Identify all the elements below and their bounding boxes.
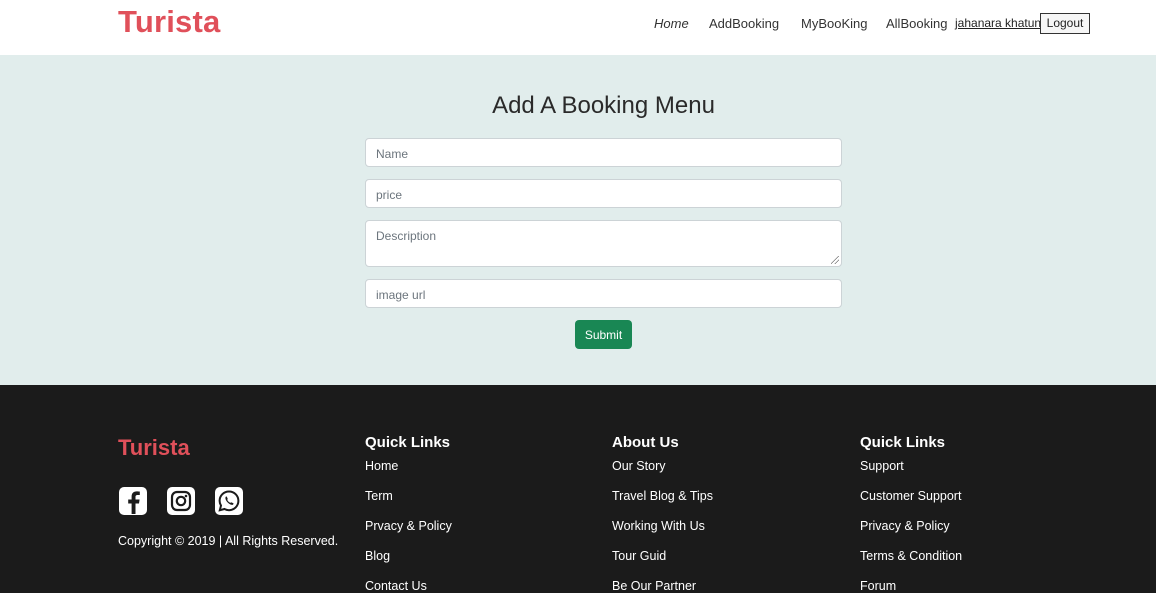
footer-brand: Turista	[118, 435, 190, 460]
footer-link-working-with-us[interactable]: Working With Us	[612, 519, 705, 533]
price-input[interactable]: price	[365, 179, 842, 208]
footer-link-tour-guid[interactable]: Tour Guid	[612, 549, 666, 563]
footer-link-our-story[interactable]: Our Story	[612, 459, 666, 473]
copyright-text: Copyright © 2019 | All Rights Reserved.	[118, 534, 339, 548]
footer-link-terms-condition[interactable]: Terms & Condition	[860, 549, 962, 563]
footer-link-forum[interactable]: Forum	[860, 579, 896, 593]
resize-handle-icon[interactable]	[831, 256, 839, 264]
nav-home[interactable]: Home	[654, 16, 689, 31]
name-input[interactable]: Name	[365, 138, 842, 167]
footer-quick-links-title: Quick Links	[365, 434, 451, 451]
footer-quick-links-2-title: Quick Links	[860, 434, 946, 451]
footer: Turista Copyright © 2019 | All Rights Re…	[0, 385, 1156, 593]
footer-link-support[interactable]: Support	[860, 459, 904, 473]
nav-add-booking[interactable]: AddBooking	[709, 16, 779, 31]
brand-logo[interactable]: Turista	[118, 4, 220, 40]
footer-link-home[interactable]: Home	[365, 459, 398, 473]
facebook-icon[interactable]	[119, 487, 147, 515]
instagram-icon[interactable]	[167, 487, 195, 515]
description-placeholder: Description	[376, 229, 437, 243]
footer-link-term[interactable]: Term	[365, 489, 393, 503]
submit-button[interactable]: Submit	[575, 320, 632, 349]
footer-about-us-title: About Us	[612, 434, 679, 451]
footer-link-be-our-partner[interactable]: Be Our Partner	[612, 579, 696, 593]
nav-all-booking[interactable]: AllBooking	[886, 16, 947, 31]
logout-button[interactable]: Logout	[1040, 13, 1090, 34]
footer-link-customer-support[interactable]: Customer Support	[860, 489, 961, 503]
footer-link-contact-us[interactable]: Contact Us	[365, 579, 427, 593]
page-title: Add A Booking Menu	[492, 92, 715, 119]
user-name[interactable]: jahanara khatun	[955, 16, 1041, 30]
footer-link-blog[interactable]: Blog	[365, 549, 390, 563]
top-navbar: Turista Home AddBooking MyBooKing AllBoo…	[0, 0, 1156, 55]
whatsapp-icon[interactable]	[215, 487, 243, 515]
image-url-input[interactable]: image url	[365, 279, 842, 308]
footer-link-privacy-policy-2[interactable]: Privacy & Policy	[860, 519, 950, 533]
footer-link-travel-blog[interactable]: Travel Blog & Tips	[612, 489, 713, 503]
nav-my-booking[interactable]: MyBooKing	[801, 16, 867, 31]
footer-link-privacy-policy[interactable]: Prvacy & Policy	[365, 519, 452, 533]
description-textarea[interactable]: Description	[365, 220, 842, 267]
add-booking-section: Add A Booking Menu Name price Descriptio…	[0, 55, 1156, 385]
